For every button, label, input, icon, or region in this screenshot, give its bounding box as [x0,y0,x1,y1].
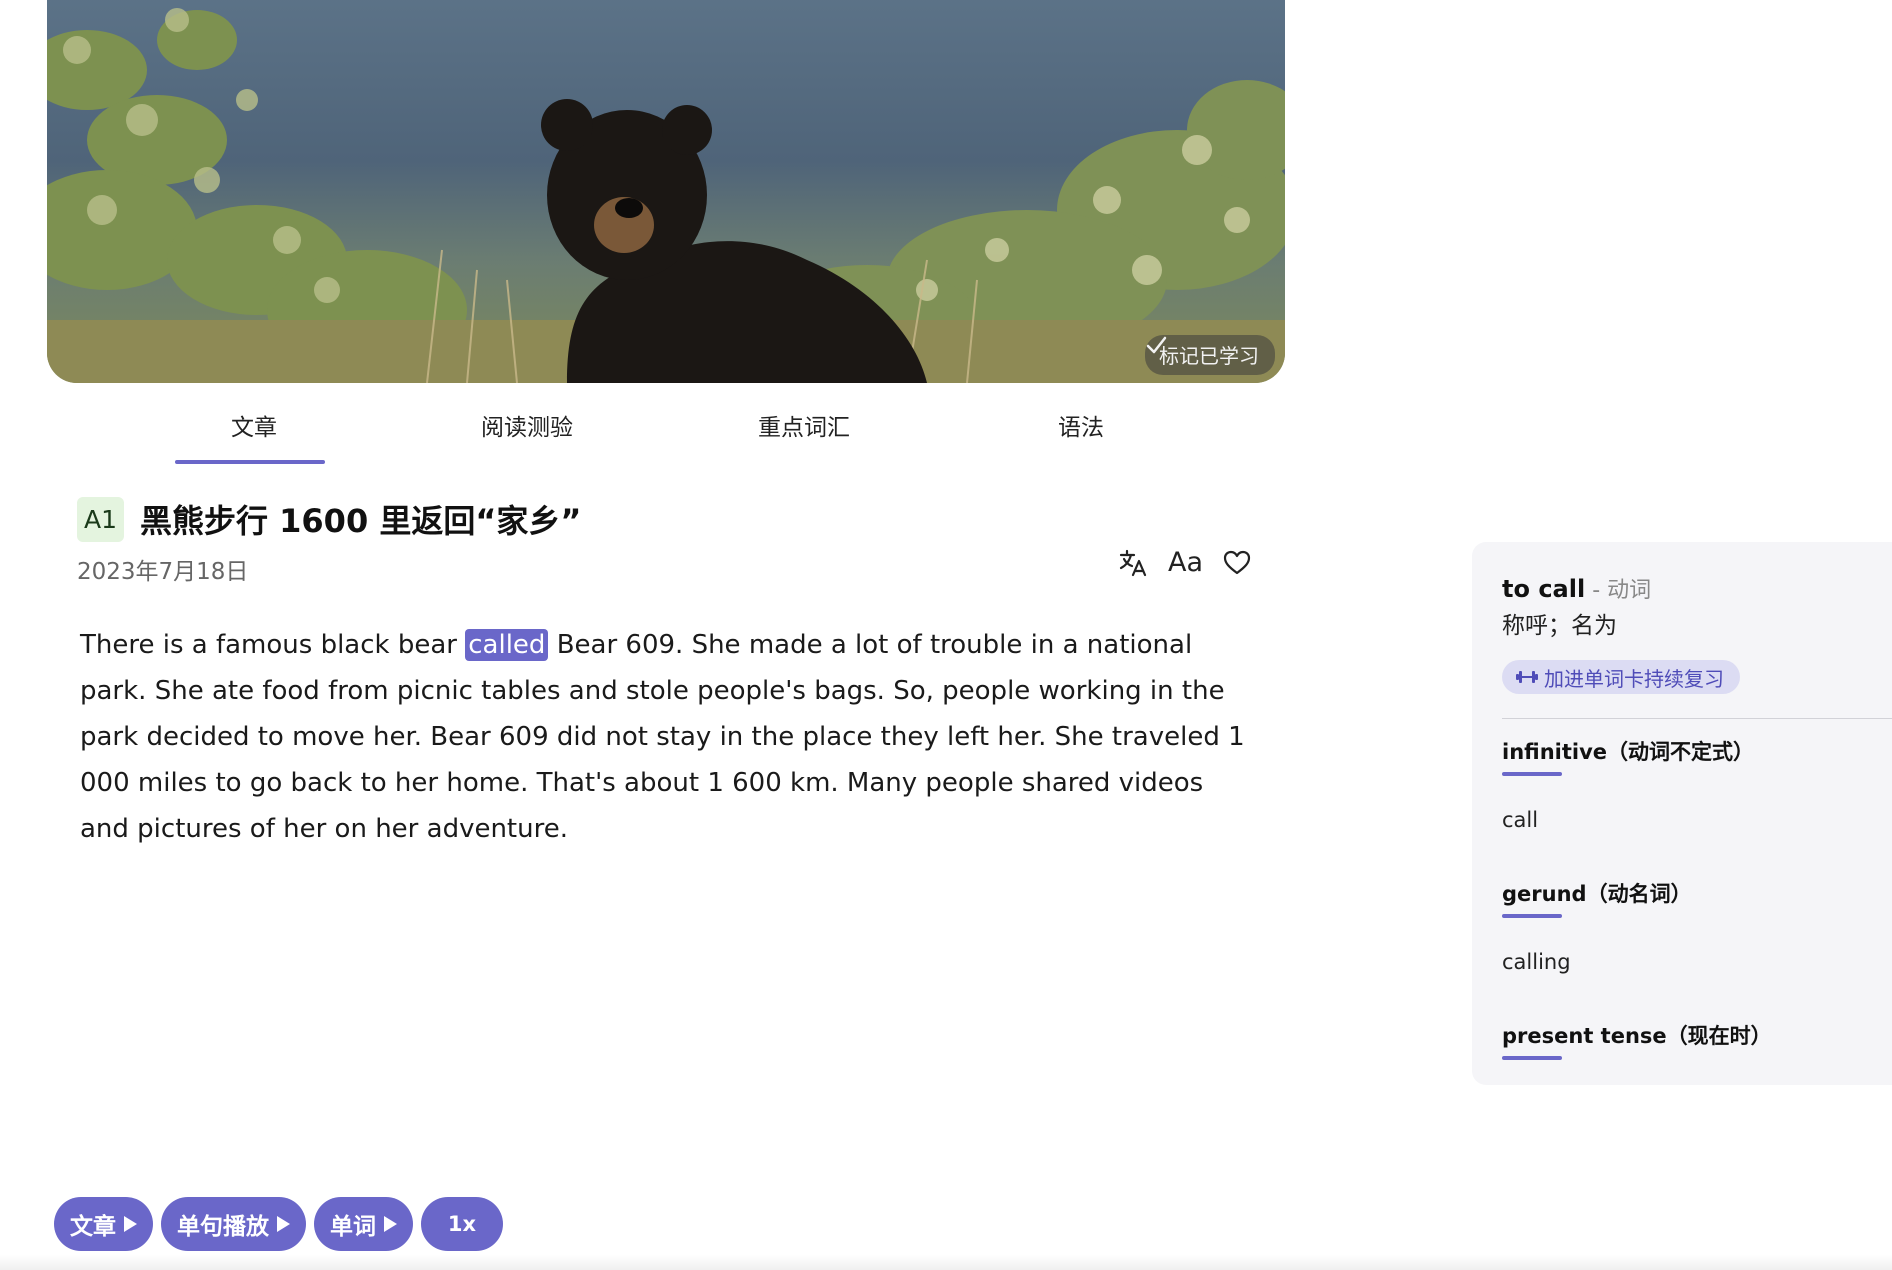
form-heading-infinitive: infinitive（动词不定式） [1502,740,1755,764]
play-article-label: 文章 [70,1214,116,1240]
form-heading-underline [1502,914,1562,918]
form-heading-underline [1502,1056,1562,1060]
article-tabs: 文章 阅读测验 重点词汇 语法 [47,390,1285,470]
word-meaning: 称呼；名为 [1502,613,1617,639]
level-badge: A1 [77,497,124,542]
play-icon [124,1216,137,1232]
play-icon [277,1216,290,1232]
mark-learned-button[interactable]: 标记已学习 [1145,335,1275,375]
article-text-before: There is a famous black bear [80,630,466,660]
play-icon [384,1216,397,1232]
play-word-label: 单词 [330,1214,376,1240]
tab-article[interactable]: 文章 [174,408,334,442]
play-sentence-button[interactable]: 单句播放 [161,1197,306,1251]
highlighted-word[interactable]: called [465,629,549,661]
mark-learned-label: 标记已学习 [1159,344,1259,368]
tab-key-vocabulary[interactable]: 重点词汇 [724,408,884,442]
article-hero-image: 标记已学习 [47,0,1285,383]
panel-divider [1502,718,1892,719]
font-size-button[interactable]: Aa [1168,547,1203,578]
word-text: to call [1502,575,1586,603]
form-value-gerund: calling [1502,950,1571,974]
play-word-button[interactable]: 单词 [314,1197,413,1251]
add-to-flashcards-button[interactable]: 加进单词卡持续复习 [1502,660,1740,694]
article-title: 黑熊步行 1600 里返回“家乡” [140,502,582,540]
bear-illustration [47,8,1285,383]
form-heading-gerund: gerund（动名词） [1502,882,1692,906]
form-heading-present-tense: present tense（现在时） [1502,1024,1772,1048]
form-heading-underline [1502,772,1562,776]
play-article-button[interactable]: 文章 [54,1197,153,1251]
tab-reading-quiz[interactable]: 阅读测验 [447,408,607,442]
dumbbell-icon [1516,671,1538,683]
translate-icon[interactable] [1118,548,1148,578]
heart-icon[interactable] [1223,549,1251,577]
word-part-of-speech: - 动词 [1585,578,1652,603]
article-date: 2023年7月18日 [77,559,249,585]
audio-player-controls: 文章 单句播放 单词 1x [54,1197,503,1251]
active-tab-indicator [175,460,325,464]
playback-speed-button[interactable]: 1x [421,1197,503,1251]
tab-grammar[interactable]: 语法 [1001,408,1161,442]
word-detail-panel: to call - 动词 称呼；名为 加进单词卡持续复习 infinitive（… [1472,542,1892,1085]
play-sentence-label: 单句播放 [177,1214,269,1240]
bottom-edge [0,1255,1892,1270]
check-icon [1146,336,1167,354]
article-text: There is a famous black bear called Bear… [80,622,1260,852]
article-tools: Aa [1118,547,1251,578]
form-value-infinitive: call [1502,808,1539,832]
article-text-after: Bear 609. She made a lot of trouble in a… [80,630,1245,844]
add-to-flashcards-label: 加进单词卡持续复习 [1544,666,1724,691]
word-heading: to call - 动词 [1502,572,1651,604]
